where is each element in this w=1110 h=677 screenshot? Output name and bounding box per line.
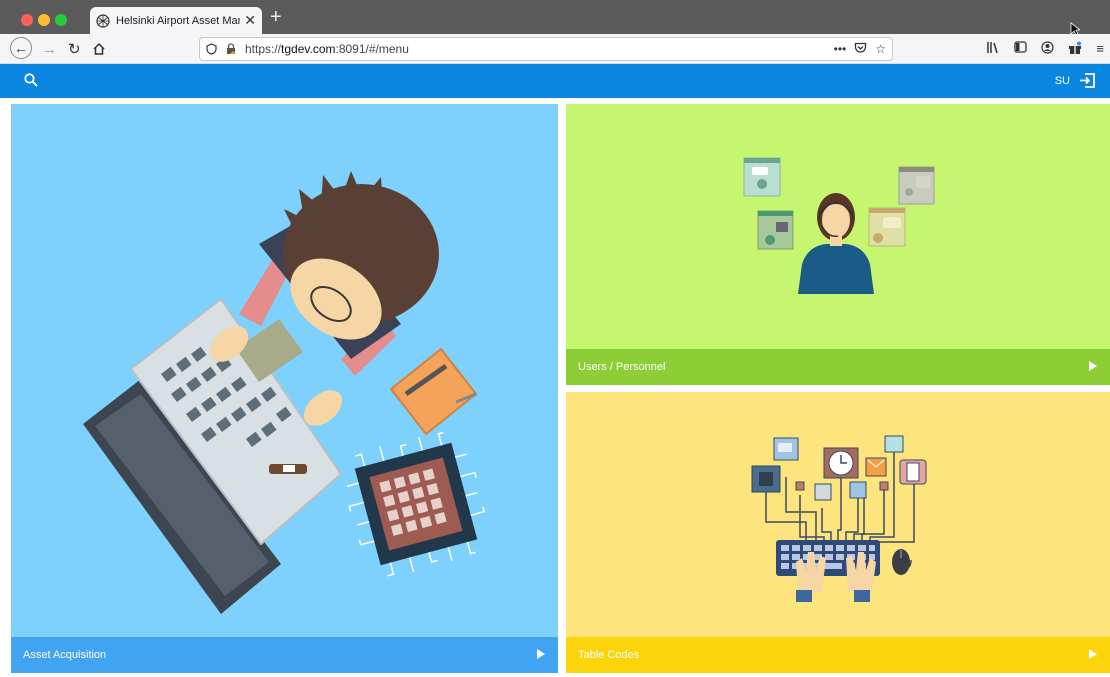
reload-icon[interactable]: ↻ (68, 39, 81, 59)
tab-strip: Helsinki Airport Asset Managem ✕ + (0, 0, 1110, 36)
bookmark-star-icon[interactable]: ☆ (875, 42, 886, 57)
asset-acquisition-label: Asset Acquisition (23, 649, 107, 661)
url-bar[interactable]: https://tgdev.com:8091/#/menu ••• ☆ (199, 37, 893, 61)
laptop-person-illustration (83, 171, 486, 614)
app-header: SU (0, 64, 1110, 98)
user-initials[interactable]: SU (1055, 75, 1070, 87)
close-window-button[interactable] (21, 14, 33, 26)
gift-icon[interactable] (1068, 41, 1082, 57)
tile-asset-acquisition[interactable]: Asset Acquisition (11, 104, 558, 673)
play-arrow-icon[interactable] (1088, 360, 1098, 375)
play-arrow-icon[interactable] (536, 648, 546, 663)
browser-window: Helsinki Airport Asset Managem ✕ + ← → ↻… (0, 0, 1110, 677)
asset-acquisition-bar[interactable]: Asset Acquisition (11, 637, 558, 673)
users-personnel-bar[interactable]: Users / Personnel (566, 349, 1110, 385)
lock-icon[interactable] (225, 43, 237, 55)
url-prefix: https:// (245, 42, 282, 56)
pocket-icon[interactable] (854, 42, 867, 57)
browser-tab[interactable]: Helsinki Airport Asset Managem ✕ (90, 7, 262, 34)
search-icon[interactable] (24, 73, 38, 92)
account-icon[interactable] (1041, 41, 1055, 57)
library-icon[interactable] (986, 41, 1000, 57)
logout-icon[interactable] (1079, 72, 1096, 94)
table-codes-label: Table Codes (578, 649, 640, 661)
navigation-bar: ← → ↻ https://tgdev.com:8091/#/menu ••• … (0, 34, 1110, 64)
tile-table-codes[interactable]: Table Codes (566, 392, 1110, 673)
url-path: :8091/#/menu (335, 42, 409, 56)
url-host: tgdev.com (281, 42, 336, 56)
new-tab-button[interactable]: + (270, 6, 282, 29)
table-codes-bar[interactable]: Table Codes (566, 637, 1110, 673)
more-icon[interactable]: ••• (834, 42, 847, 57)
sidebar-icon[interactable] (1014, 41, 1028, 57)
menu-icon[interactable]: ≡ (1096, 41, 1104, 57)
play-arrow-icon[interactable] (1088, 648, 1098, 663)
support-agent-illustration (743, 157, 935, 294)
minimize-window-button[interactable] (38, 14, 50, 26)
tab-title: Helsinki Airport Asset Managem (116, 14, 240, 27)
favicon-icon (96, 13, 110, 28)
forward-icon[interactable]: → (42, 39, 57, 59)
keyboard-devices-illustration (751, 435, 927, 602)
window-card (743, 157, 781, 197)
maximize-window-button[interactable] (55, 14, 67, 26)
back-icon[interactable]: ← (10, 37, 32, 59)
users-personnel-label: Users / Personnel (578, 361, 666, 373)
tab-close-icon[interactable]: ✕ (244, 12, 256, 29)
home-icon[interactable] (92, 39, 106, 59)
shield-icon[interactable] (206, 43, 217, 55)
tile-users-personnel[interactable]: Users / Personnel (566, 104, 1110, 385)
